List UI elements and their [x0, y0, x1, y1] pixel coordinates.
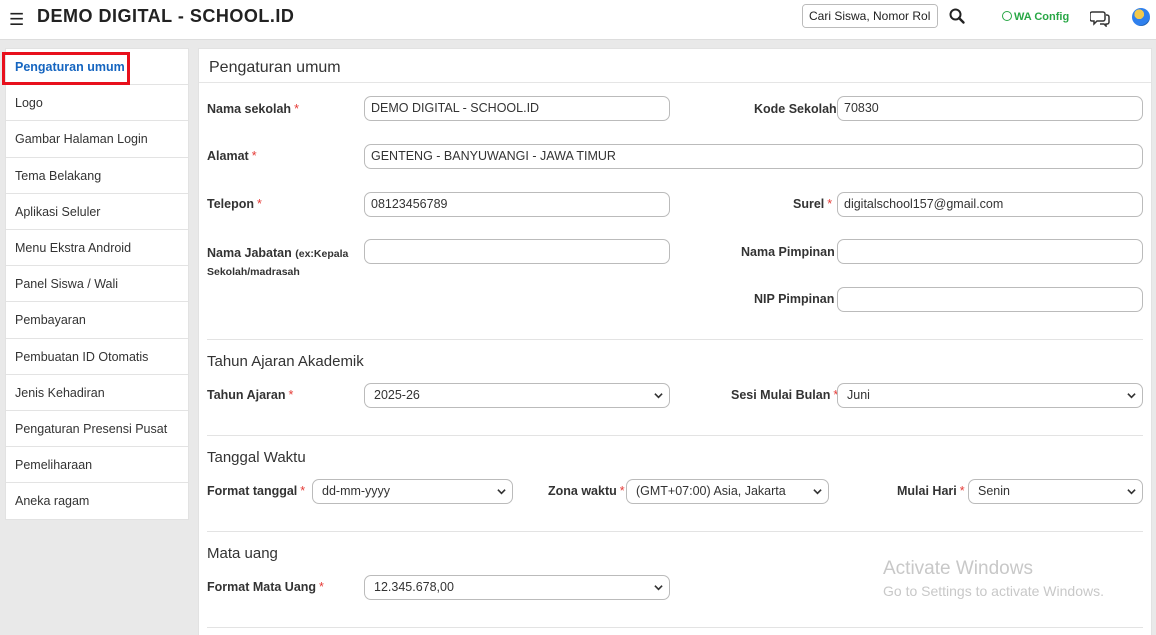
chevron-down-icon	[497, 489, 506, 495]
section-divider	[207, 627, 1143, 628]
chevron-down-icon	[654, 393, 663, 399]
section-divider	[207, 339, 1143, 340]
format-tanggal-label: Format tanggal *	[207, 484, 306, 498]
sesi-mulai-bulan-select[interactable]: Juni	[837, 383, 1143, 408]
sidebar-item-gambar-halaman-login[interactable]: Gambar Halaman Login	[6, 121, 188, 158]
general-settings-panel: Pengaturan umum Nama sekolah * DEMO DIGIT…	[198, 48, 1152, 635]
sidebar-item-jenis-kehadiran[interactable]: Jenis Kehadiran	[6, 375, 188, 411]
chevron-down-icon	[1127, 489, 1136, 495]
alamat-input[interactable]: GENTENG - BANYUWANGI - JAWA TIMUR	[364, 144, 1143, 169]
surel-label: Surel *	[793, 197, 833, 211]
zona-waktu-label: Zona waktu *	[548, 484, 625, 498]
alamat-label: Alamat *	[207, 149, 257, 163]
chevron-down-icon	[813, 489, 822, 495]
divider	[199, 82, 1151, 83]
panel-title: Pengaturan umum	[209, 59, 341, 76]
chevron-down-icon	[654, 585, 663, 591]
nama-sekolah-label: Nama sekolah *	[207, 102, 299, 116]
kode-sekolah-label: Kode Sekolah	[754, 102, 837, 116]
nama-pimpinan-input[interactable]	[837, 239, 1143, 264]
globe-avatar-icon[interactable]	[1132, 8, 1150, 26]
tahun-ajaran-label: Tahun Ajaran *	[207, 388, 294, 402]
sidebar-item-panel-siswa-wali[interactable]: Panel Siswa / Wali	[6, 266, 188, 303]
wa-config-link[interactable]: WA Config	[1002, 11, 1069, 23]
chat-bubbles-icon[interactable]	[1090, 9, 1110, 27]
settings-sidebar: Pengaturan umum Logo Gambar Halaman Logi…	[5, 48, 189, 521]
nip-pimpinan-label: NIP Pimpinan	[754, 292, 835, 306]
nip-pimpinan-input[interactable]	[837, 287, 1143, 312]
nama-sekolah-input[interactable]: DEMO DIGITAL - SCHOOL.ID	[364, 96, 670, 121]
sidebar-item-pemeliharaan[interactable]: Pemeliharaan	[6, 447, 188, 484]
hamburger-icon[interactable]: ☰	[9, 10, 24, 30]
activate-windows-subtitle: Go to Settings to activate Windows.	[883, 583, 1104, 599]
whatsapp-icon	[1002, 11, 1012, 21]
sesi-mulai-bulan-value: Juni	[847, 388, 870, 402]
section-divider	[207, 531, 1143, 532]
tahun-ajaran-value: 2025-26	[374, 388, 420, 402]
format-mata-uang-label: Format Mata Uang *	[207, 580, 324, 594]
mulai-hari-value: Senin	[978, 484, 1010, 498]
sidebar-item-aplikasi-seluler[interactable]: Aplikasi Seluler	[6, 194, 188, 230]
activate-windows-title: Activate Windows	[883, 558, 1033, 579]
sidebar-item-pembuatan-id-otomatis[interactable]: Pembuatan ID Otomatis	[6, 339, 188, 375]
mulai-hari-select[interactable]: Senin	[968, 479, 1143, 504]
search-icon[interactable]	[948, 7, 966, 25]
datetime-section-title: Tanggal Waktu	[207, 449, 306, 466]
format-tanggal-value: dd-mm-yyyy	[322, 484, 391, 498]
academic-section-title: Tahun Ajaran Akademik	[207, 353, 364, 370]
search-box[interactable]	[802, 4, 938, 28]
sidebar-item-aneka-ragam[interactable]: Aneka ragam	[6, 483, 188, 519]
sidebar-item-pembayaran[interactable]: Pembayaran	[6, 302, 188, 339]
nama-pimpinan-label: Nama Pimpinan	[741, 245, 835, 259]
zona-waktu-select[interactable]: (GMT+07:00) Asia, Jakarta	[626, 479, 829, 504]
school-title: DEMO DIGITAL - SCHOOL.ID	[37, 6, 295, 26]
sidebar-item-tema-belakang[interactable]: Tema Belakang	[6, 158, 188, 194]
zona-waktu-value: (GMT+07:00) Asia, Jakarta	[636, 484, 786, 498]
top-bar: ☰ DEMO DIGITAL - SCHOOL.ID WA Config	[0, 0, 1156, 40]
nama-jabatan-input[interactable]	[364, 239, 670, 264]
mulai-hari-label: Mulai Hari *	[897, 484, 965, 498]
sidebar-item-logo[interactable]: Logo	[6, 85, 188, 122]
sidebar-item-pengaturan-umum[interactable]: Pengaturan umum	[6, 49, 188, 86]
telepon-input[interactable]: 08123456789	[364, 192, 670, 217]
wa-config-label: WA Config	[1014, 11, 1070, 23]
format-mata-uang-value: 12.345.678,00	[374, 580, 454, 594]
surel-input[interactable]: digitalschool157@gmail.com	[837, 192, 1143, 217]
section-divider	[207, 435, 1143, 436]
currency-section-title: Mata uang	[207, 545, 278, 562]
nama-jabatan-label: Nama Jabatan (ex:Kepala Sekolah/madrasah	[207, 246, 349, 278]
sesi-mulai-bulan-label: Sesi Mulai Bulan *	[731, 388, 839, 402]
tahun-ajaran-select[interactable]: 2025-26	[364, 383, 670, 408]
format-tanggal-select[interactable]: dd-mm-yyyy	[312, 479, 513, 504]
sidebar-item-menu-ekstra-android[interactable]: Menu Ekstra Android	[6, 230, 188, 267]
kode-sekolah-input[interactable]: 70830	[837, 96, 1143, 121]
search-input[interactable]	[803, 5, 937, 27]
chevron-down-icon	[1127, 393, 1136, 399]
telepon-label: Telepon *	[207, 197, 262, 211]
sidebar-item-pengaturan-presensi-pusat[interactable]: Pengaturan Presensi Pusat	[6, 411, 188, 448]
format-mata-uang-select[interactable]: 12.345.678,00	[364, 575, 670, 600]
